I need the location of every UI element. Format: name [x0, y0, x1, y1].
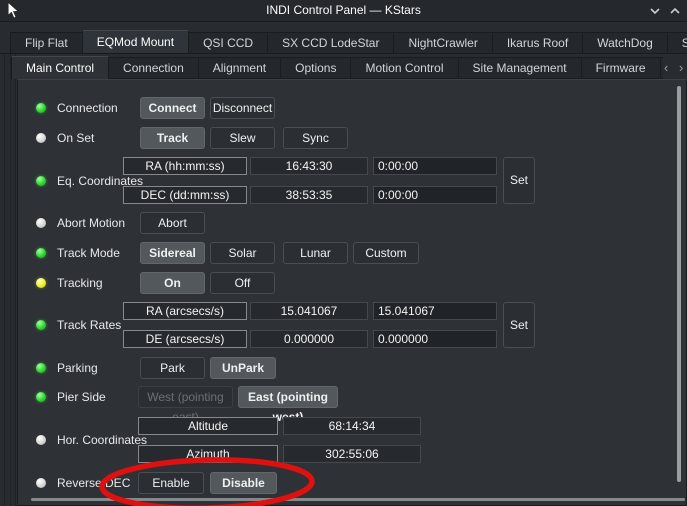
azimuth-value: 302:55:06	[283, 445, 421, 463]
abort-motion-led	[36, 218, 46, 228]
connect-button[interactable]: Connect	[140, 97, 205, 119]
tab-firmware[interactable]: Firmware	[580, 57, 661, 79]
custom-button[interactable]: Custom	[353, 242, 419, 264]
solar-button[interactable]: Solar	[210, 242, 275, 264]
abort-button[interactable]: Abort	[140, 212, 205, 234]
dec-label-box: DEC (dd:mm:ss)	[123, 186, 247, 204]
tracking-off-button[interactable]: Off	[210, 272, 275, 294]
track-button[interactable]: Track	[140, 127, 205, 149]
tab-site-management[interactable]: Site Management	[457, 57, 582, 79]
vertical-scrollbar[interactable]	[677, 86, 681, 482]
row-label-parking: Parking	[57, 361, 98, 375]
row-label-connection: Connection	[57, 101, 118, 115]
tab-qsi-ccd[interactable]: QSI CCD	[188, 32, 269, 54]
tab-scroll-right-icon[interactable]: ›	[679, 60, 683, 75]
enable-button[interactable]: Enable	[138, 472, 204, 494]
azimuth-label-box: Azimuth	[138, 445, 278, 463]
tab-scroll-left-icon[interactable]: ‹	[664, 60, 668, 75]
rates-set-button[interactable]: Set	[503, 302, 535, 348]
tab-main-control[interactable]: Main Control	[11, 56, 110, 79]
eq-set-button[interactable]: Set	[503, 157, 535, 204]
ra-input[interactable]	[373, 157, 497, 175]
horizontal-scrollbar[interactable]	[31, 498, 685, 501]
disconnect-button[interactable]: Disconnect	[210, 97, 275, 119]
pier-side-led	[36, 392, 46, 402]
tab-motion-control[interactable]: Motion Control	[350, 57, 459, 79]
tab-motor-status[interactable]: Motor Status	[659, 57, 663, 79]
pier-east-button[interactable]: East (pointing west)	[238, 386, 338, 424]
tracking-on-button[interactable]: On	[140, 272, 205, 294]
tab-sqm[interactable]: SQM	[666, 32, 687, 54]
lunar-button[interactable]: Lunar	[283, 242, 348, 264]
row-label-abort-motion: Abort Motion	[57, 216, 126, 230]
park-button[interactable]: Park	[140, 357, 205, 379]
ra-rate-input[interactable]	[373, 302, 497, 320]
on-set-led	[36, 133, 46, 143]
tab-flip-flat[interactable]: Flip Flat	[10, 32, 83, 54]
altitude-value: 68:14:34	[283, 417, 421, 435]
tab-nightcrawler[interactable]: NightCrawler	[393, 32, 493, 54]
track-mode-led	[36, 248, 46, 258]
tracking-led	[36, 278, 46, 288]
row-label-reverse-dec: Reverse DEC	[57, 476, 131, 490]
dec-input[interactable]	[373, 186, 497, 204]
row-label-tracking: Tracking	[57, 276, 103, 290]
ra-value: 16:43:30	[250, 157, 368, 175]
unpark-button[interactable]: UnPark	[210, 357, 276, 379]
chevron-up-icon[interactable]	[668, 5, 682, 17]
chevron-down-icon[interactable]	[648, 5, 662, 17]
tab-sx-ccd-lodestar[interactable]: SX CCD LodeStar	[267, 32, 395, 54]
ra-rate-label-box: RA (arcsecs/s)	[123, 302, 247, 320]
row-label-track-rates: Track Rates	[57, 318, 122, 332]
hor-coordinates-led	[36, 435, 46, 445]
window-title: INDI Control Panel — KStars	[266, 3, 421, 17]
indi-control-panel-window: INDI Control Panel — KStars Flip Flat EQ…	[0, 0, 687, 506]
track-rates-led	[36, 320, 46, 330]
ra-rate-value: 15.041067	[250, 302, 368, 320]
tab-ikarus-roof[interactable]: Ikarus Roof	[491, 32, 584, 54]
eq-coordinates-led	[36, 176, 46, 186]
ra-label-box: RA (hh:mm:ss)	[123, 157, 247, 175]
reverse-dec-led	[36, 478, 46, 488]
de-rate-input[interactable]	[373, 330, 497, 348]
titlebar[interactable]: INDI Control Panel — KStars	[0, 0, 687, 22]
de-rate-value: 0.000000	[250, 330, 368, 348]
dec-value: 38:53:35	[250, 186, 368, 204]
tab-connection[interactable]: Connection	[108, 57, 199, 79]
tab-eqmod-mount[interactable]: EQMod Mount	[81, 30, 190, 54]
sidereal-button[interactable]: Sidereal	[140, 242, 205, 264]
group-tabbar: Main Control Connection Alignment Option…	[11, 55, 663, 79]
de-rate-label-box: DE (arcsecs/s)	[123, 330, 247, 348]
row-label-on-set: On Set	[57, 131, 95, 145]
mouse-cursor-icon	[7, 1, 20, 19]
tab-alignment[interactable]: Alignment	[197, 57, 282, 79]
sync-button[interactable]: Sync	[283, 127, 348, 149]
pier-west-button: West (pointing east)	[138, 386, 233, 424]
altitude-label-box: Altitude	[138, 417, 278, 435]
tab-options[interactable]: Options	[280, 57, 352, 79]
row-label-hor-coordinates: Hor. Coordinates	[57, 433, 148, 447]
slew-button[interactable]: Slew	[210, 127, 275, 149]
device-tabbar: Flip Flat EQMod Mount QSI CCD SX CCD Lod…	[10, 30, 687, 54]
row-label-pier-side: Pier Side	[57, 390, 106, 404]
connection-led	[36, 103, 46, 113]
disable-button[interactable]: Disable	[210, 472, 277, 494]
row-label-track-mode: Track Mode	[57, 246, 120, 260]
tab-watchdog[interactable]: WatchDog	[582, 32, 668, 54]
parking-led	[36, 363, 46, 373]
